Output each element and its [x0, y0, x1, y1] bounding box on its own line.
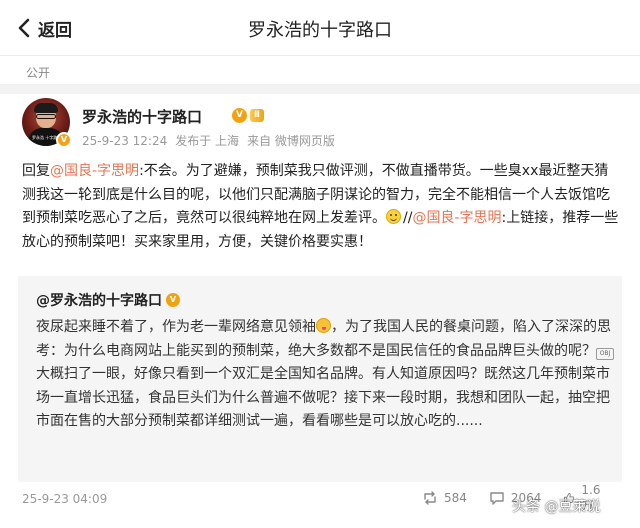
- page-title: 罗永浩的十字路口: [248, 20, 392, 41]
- visibility-label: 公开: [26, 66, 51, 80]
- author-badges: V Ⅱ: [232, 107, 264, 123]
- obj-placeholder-icon: OBJ: [596, 347, 614, 360]
- post-location: 发布于 上海: [175, 134, 240, 148]
- top-nav-bar: 返回 罗永浩的十字路口: [0, 0, 640, 56]
- repost-content: 夜尿起来睡不着了，作为老一辈网络意见领袖 ，为了我国人民的餐桌问题，陷入了深深的思…: [36, 316, 620, 434]
- reposted-card[interactable]: @罗永浩的十字路口 V 夜尿起来睡不着了，作为老一辈网络意见领袖 ，为了我国人民的…: [18, 276, 622, 482]
- repost-icon: [424, 491, 436, 505]
- author-name[interactable]: 罗永浩的十字路口: [82, 106, 202, 127]
- mention-link[interactable]: @国良-字思明: [412, 210, 501, 226]
- repost-header: @罗永浩的十字路口 V: [36, 290, 180, 310]
- post-content: 回复@国良-字思明:不会。为了避嫌，预制菜我只做评测，不做直播带货。一些臭xx最…: [22, 160, 622, 254]
- verified-badge-icon: V: [56, 132, 72, 148]
- level-badge: Ⅱ: [250, 108, 264, 122]
- repost-text: 夜尿起来睡不着了，作为老一辈网络意见领袖: [36, 319, 316, 335]
- post-time: 25-9-23 12:24: [82, 134, 168, 148]
- avatar-hair: [34, 103, 58, 113]
- repost-time: 25-9-23 04:09: [22, 492, 108, 506]
- reply-prefix: 回复: [22, 163, 50, 179]
- post-meta: 25-9-23 12:24 发布于 上海 来自 微博网页版: [82, 132, 343, 149]
- verified-badge-icon: V: [166, 293, 180, 307]
- repost-text: 大概扫了一眼，好像只看到一个双汇是全国知名品牌。有人知道原因吗？既然这几年预制菜…: [36, 366, 610, 429]
- post-source: 来自 微博网页版: [247, 134, 335, 148]
- mention-link[interactable]: @国良-字思明: [50, 163, 139, 179]
- repost-count: 584: [444, 491, 467, 505]
- repost-author[interactable]: @罗永浩的十字路口: [36, 290, 162, 310]
- section-divider: [0, 84, 640, 94]
- weibo-post: 罗永浩 十字路口 V 罗永浩的十字路口 V Ⅱ 25-9-23 12:24 发布于…: [18, 94, 622, 528]
- comment-icon: [490, 492, 504, 505]
- watermark: 头条 @豆莱说: [512, 499, 601, 515]
- smile-emoji-icon: [386, 209, 401, 224]
- wink-emoji-icon: [316, 318, 331, 333]
- gold-verified-icon: V: [232, 107, 247, 123]
- repost-button[interactable]: 584: [422, 490, 467, 506]
- avatar-glasses: [36, 114, 56, 119]
